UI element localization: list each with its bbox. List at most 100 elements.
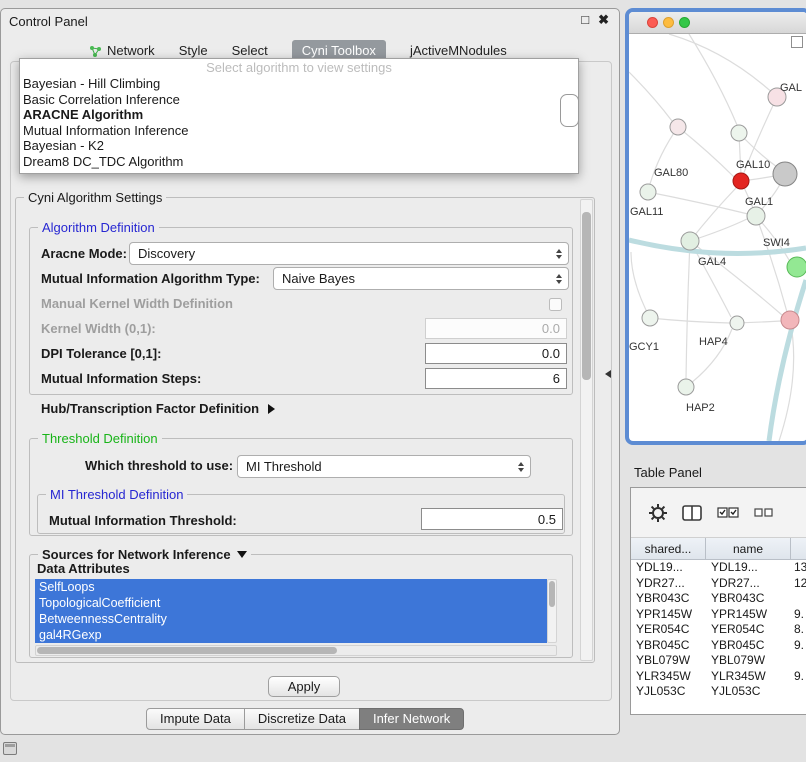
mi-threshold-group-title: MI Threshold Definition bbox=[46, 487, 187, 502]
network-edge bbox=[669, 34, 777, 97]
network-node[interactable] bbox=[781, 311, 799, 329]
table-cell: YBR045C bbox=[631, 638, 706, 654]
network-node[interactable] bbox=[773, 162, 797, 186]
network-canvas[interactable]: GALGAL80GAL10GAL11GAL1SWI4GAL4GCY1HAP4HA… bbox=[629, 34, 806, 441]
manual-kernel-checkbox[interactable] bbox=[549, 298, 562, 311]
minimized-panel-icon[interactable] bbox=[3, 742, 17, 755]
table-row[interactable]: YJL053CYJL053C bbox=[631, 684, 806, 700]
table-row[interactable]: YBL079WYBL079W bbox=[631, 653, 806, 669]
algorithm-option[interactable]: Bayesian - K2 bbox=[20, 138, 578, 154]
attributes-hscrollbar-thumb[interactable] bbox=[37, 647, 337, 654]
network-node[interactable] bbox=[681, 232, 699, 250]
table-cell bbox=[791, 591, 806, 607]
table-row[interactable]: YBR043CYBR043C bbox=[631, 591, 806, 607]
settings-scrollbar-thumb[interactable] bbox=[582, 212, 591, 380]
attributes-scrollbar[interactable] bbox=[547, 579, 557, 643]
kernel-width-input[interactable]: 0.0 bbox=[425, 318, 567, 339]
network-node[interactable] bbox=[640, 184, 656, 200]
settings-gear-icon[interactable] bbox=[649, 504, 667, 522]
network-node[interactable] bbox=[730, 316, 744, 330]
algorithm-definition-title: Algorithm Definition bbox=[38, 220, 159, 235]
mi-type-label: Mutual Information Algorithm Type: bbox=[41, 272, 260, 286]
data-attribute-item[interactable]: BetweennessCentrality bbox=[35, 611, 547, 627]
mi-type-select[interactable]: Naive Bayes bbox=[273, 267, 569, 290]
network-edge bbox=[769, 280, 806, 441]
network-node[interactable] bbox=[733, 173, 749, 189]
algorithm-option[interactable]: Mutual Information Inference bbox=[20, 123, 578, 139]
columns-icon[interactable] bbox=[682, 505, 702, 521]
table-cell: YPR145W bbox=[706, 607, 791, 623]
aracne-mode-select[interactable]: Discovery bbox=[129, 242, 569, 265]
minimize-traffic-light[interactable] bbox=[663, 17, 674, 28]
network-view-window: GALGAL80GAL10GAL11GAL1SWI4GAL4GCY1HAP4HA… bbox=[625, 8, 806, 445]
apply-button[interactable]: Apply bbox=[268, 676, 340, 697]
select-all-icon[interactable] bbox=[717, 507, 739, 518]
algorithm-option[interactable]: Bayesian - Hill Climbing bbox=[20, 76, 578, 92]
network-node[interactable] bbox=[670, 119, 686, 135]
sources-toggle[interactable]: Sources for Network Inference bbox=[38, 547, 251, 562]
tab-impute-data[interactable]: Impute Data bbox=[146, 708, 245, 730]
column-header-shared-name[interactable]: shared... bbox=[631, 538, 706, 560]
mi-threshold-input[interactable]: 0.5 bbox=[421, 508, 563, 530]
network-window-titlebar[interactable] bbox=[629, 12, 806, 34]
network-node[interactable] bbox=[731, 125, 747, 141]
algorithm-option[interactable]: Basic Correlation Inference bbox=[20, 92, 578, 108]
hub-section-label: Hub/Transcription Factor Definition bbox=[41, 401, 259, 416]
partial-spinner-control[interactable] bbox=[560, 94, 579, 127]
node-label: HAP4 bbox=[699, 336, 728, 348]
table-row[interactable]: YDR27...YDR27...12 bbox=[631, 576, 806, 592]
column-header-name[interactable]: name bbox=[706, 538, 791, 560]
attributes-hscrollbar[interactable] bbox=[35, 645, 557, 656]
table-row[interactable]: YDL19...YDL19...13 bbox=[631, 560, 806, 576]
which-threshold-select[interactable]: MI Threshold bbox=[237, 455, 531, 478]
minimize-window-icon[interactable]: □ bbox=[581, 12, 589, 28]
network-node[interactable] bbox=[747, 207, 765, 225]
table-row[interactable]: YPR145WYPR145W9. bbox=[631, 607, 806, 623]
settings-scrollbar[interactable] bbox=[580, 199, 593, 661]
algorithm-popup-list: Bayesian - Hill ClimbingBasic Correlatio… bbox=[20, 76, 578, 169]
table-cell: YDR27... bbox=[706, 576, 791, 592]
table-cell: YPR145W bbox=[631, 607, 706, 623]
table-row[interactable]: YLR345WYLR345W9. bbox=[631, 669, 806, 685]
close-traffic-light[interactable] bbox=[647, 17, 658, 28]
column-header-cut[interactable] bbox=[791, 538, 806, 560]
table-row[interactable]: YER054CYER054C8. bbox=[631, 622, 806, 638]
table-cell: 8. bbox=[791, 622, 806, 638]
expander-right-icon bbox=[268, 404, 275, 414]
hub-section-toggle[interactable]: Hub/Transcription Factor Definition bbox=[41, 401, 275, 416]
table-cell: YDR27... bbox=[631, 576, 706, 592]
table-cell: YER054C bbox=[706, 622, 791, 638]
table-cell: YLR345W bbox=[631, 669, 706, 685]
attributes-scrollbar-thumb[interactable] bbox=[549, 581, 555, 607]
algorithm-option[interactable]: ARACNE Algorithm bbox=[20, 107, 578, 123]
table-row[interactable]: YBR045CYBR045C9. bbox=[631, 638, 806, 654]
algorithm-dropdown-popup: Select algorithm to view settings Bayesi… bbox=[19, 58, 579, 174]
table-cell: YBR043C bbox=[631, 591, 706, 607]
close-window-icon[interactable]: ✖ bbox=[598, 12, 609, 28]
birdseye-toggle[interactable] bbox=[791, 36, 803, 48]
bottom-tab-group: Impute Data Discretize Data Infer Networ… bbox=[146, 708, 464, 730]
network-edge bbox=[629, 72, 672, 121]
clear-selection-icon[interactable] bbox=[754, 508, 774, 517]
node-label: HAP2 bbox=[686, 402, 715, 414]
table-cell: YBR043C bbox=[706, 591, 791, 607]
network-graph: GALGAL80GAL10GAL11GAL1SWI4GAL4GCY1HAP4HA… bbox=[629, 34, 806, 441]
data-attribute-item[interactable]: SelfLoops bbox=[35, 579, 547, 595]
panel-collapse-arrow[interactable] bbox=[605, 370, 611, 378]
dpi-tolerance-input[interactable]: 0.0 bbox=[425, 343, 567, 364]
node-label: GAL11 bbox=[630, 206, 663, 218]
zoom-traffic-light[interactable] bbox=[679, 17, 690, 28]
algorithm-popup-placeholder: Select algorithm to view settings bbox=[20, 59, 578, 76]
mi-steps-input[interactable]: 6 bbox=[425, 368, 567, 389]
network-node[interactable] bbox=[678, 379, 694, 395]
tab-discretize-data[interactable]: Discretize Data bbox=[244, 708, 360, 730]
network-node[interactable] bbox=[642, 310, 658, 326]
tab-infer-network[interactable]: Infer Network bbox=[359, 708, 464, 730]
table-cell: YDL19... bbox=[706, 560, 791, 576]
mi-type-value: Naive Bayes bbox=[274, 271, 550, 286]
data-attribute-item[interactable]: TopologicalCoefficient bbox=[35, 595, 547, 611]
table-cell: YDL19... bbox=[631, 560, 706, 576]
data-attribute-item[interactable]: gal4RGexp bbox=[35, 627, 547, 643]
algorithm-option[interactable]: Dream8 DC_TDC Algorithm bbox=[20, 154, 578, 170]
network-node[interactable] bbox=[787, 257, 806, 277]
